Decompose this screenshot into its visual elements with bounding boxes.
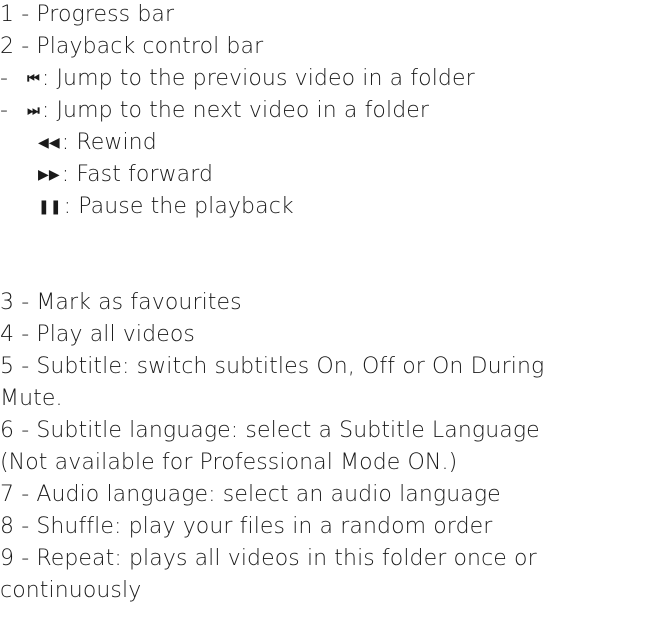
item-progress-bar: 1 - Progress bar: [0, 0, 174, 30]
item-text: : Rewind: [61, 130, 157, 155]
item-text: 8 - Shuffle: play your files in a random…: [0, 514, 493, 539]
item-subtitle: 5 - Subtitle: switch subtitles On, Off o…: [0, 352, 544, 382]
item-text: : Jump to the previous video in a folder: [41, 66, 475, 91]
item-text: 7 - Audio language: select an audio lang…: [0, 482, 501, 507]
item-subtitle-language: 6 - Subtitle language: select a Subtitle…: [0, 416, 540, 446]
item-play-all: 4 - Play all videos: [0, 320, 195, 350]
item-text: 2 - Playback control bar: [0, 34, 264, 59]
item-text: 9 - Repeat: plays all videos in this fol…: [0, 546, 537, 571]
pause-icon: ❚❚: [38, 199, 62, 215]
item-text: (Not available for Professional Mode ON.…: [0, 450, 458, 475]
bullet-dash: -: [0, 98, 9, 123]
item-shuffle: 8 - Shuffle: play your files in a random…: [0, 512, 492, 542]
next-track-icon: ⏭: [27, 103, 40, 119]
item-text: 5 - Subtitle: switch subtitles On, Off o…: [0, 354, 545, 379]
item-repeat-cont: continuously: [0, 576, 141, 606]
item-subtitle-language-note: (Not available for Professional Mode ON.…: [0, 448, 457, 478]
item-repeat: 9 - Repeat: plays all videos in this fol…: [0, 544, 537, 574]
item-text: : Pause the playback: [63, 194, 294, 219]
item-text: 4 - Play all videos: [0, 322, 195, 347]
item-subtitle-cont: Mute.: [0, 384, 63, 414]
item-pause: ❚❚: Pause the playback: [38, 192, 294, 222]
item-text: continuously: [0, 578, 142, 603]
item-text: : Fast forward: [61, 162, 214, 187]
rewind-icon: ◀◀: [38, 135, 60, 151]
item-rewind: ◀◀: Rewind: [38, 128, 157, 158]
item-text: Mute.: [0, 386, 63, 411]
item-fast-forward: ▶▶: Fast forward: [38, 160, 213, 190]
item-text: : Jump to the next video in a folder: [41, 98, 430, 123]
item-mark-favourites: 3 - Mark as favourites: [0, 288, 242, 318]
item-audio-language: 7 - Audio language: select an audio lang…: [0, 480, 501, 510]
item-text: 3 - Mark as favourites: [0, 290, 242, 315]
fast-forward-icon: ▶▶: [38, 167, 60, 183]
item-playback-control-bar: 2 - Playback control bar: [0, 32, 263, 62]
bullet-dash: -: [0, 66, 9, 91]
previous-track-icon: ⏮: [27, 71, 40, 87]
item-text: 6 - Subtitle language: select a Subtitle…: [0, 418, 540, 443]
item-previous-video: - ⏮: Jump to the previous video in a fol…: [0, 64, 475, 94]
item-text: 1 - Progress bar: [0, 2, 175, 27]
item-next-video: - ⏭: Jump to the next video in a folder: [0, 96, 429, 126]
